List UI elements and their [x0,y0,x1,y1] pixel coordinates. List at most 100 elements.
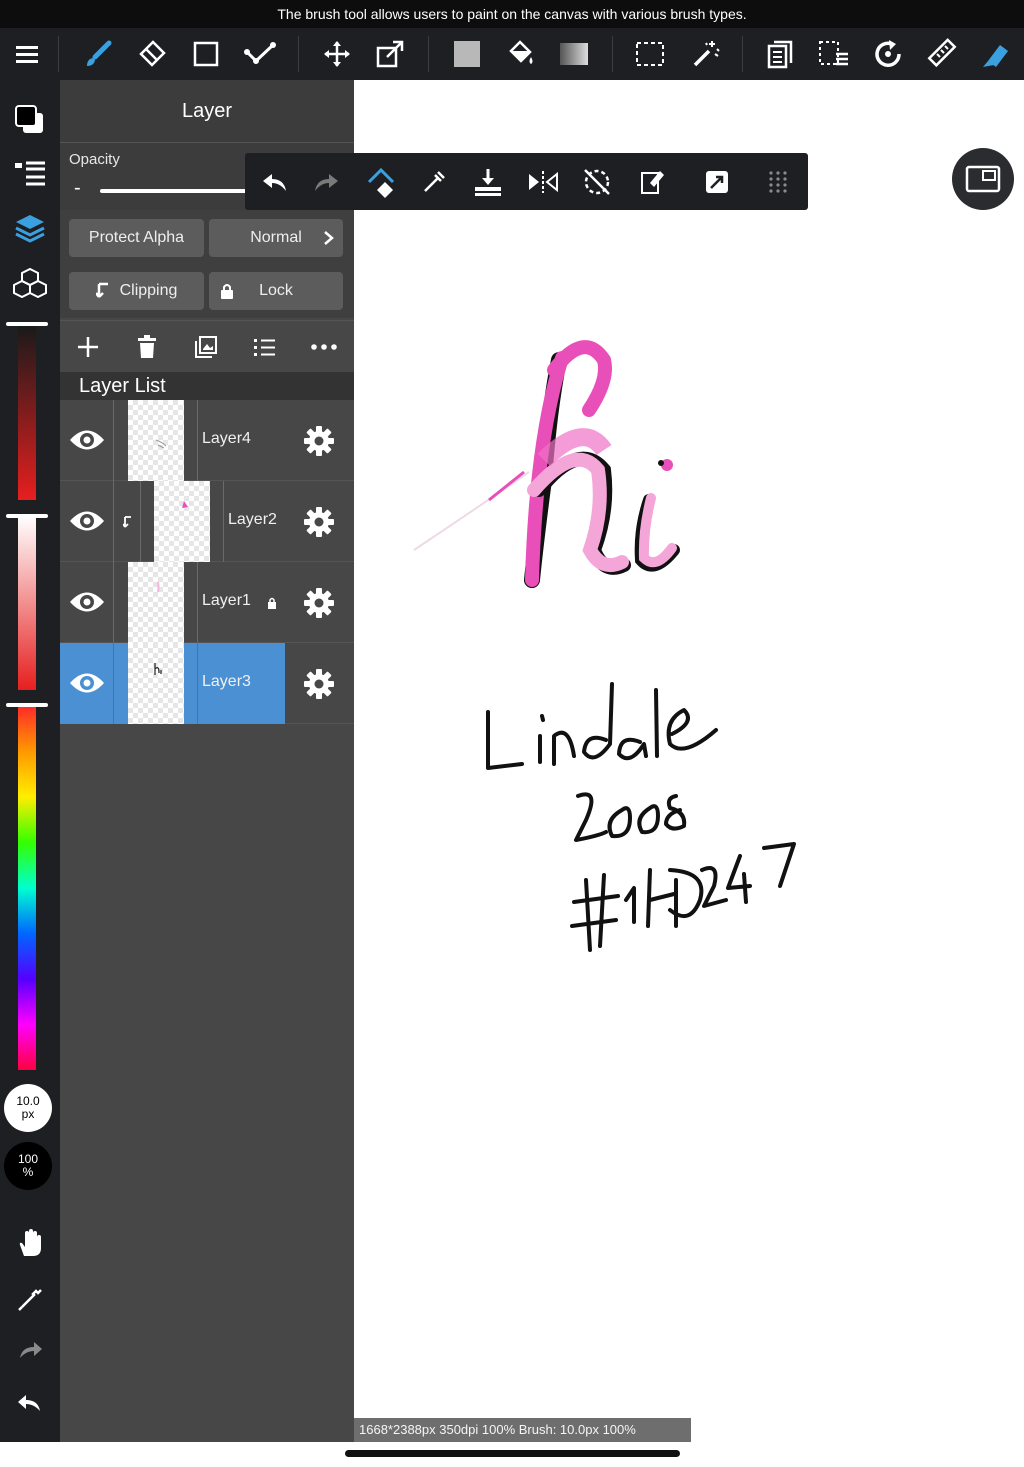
layer-thumbnail [128,400,184,481]
layer-divider [197,562,198,643]
delete-layer-icon[interactable] [129,331,165,363]
brush-opacity-button[interactable]: 100 % [4,1142,52,1190]
fill-color-icon[interactable] [449,36,485,72]
eraser-icon[interactable] [134,36,170,72]
toolbar-divider [428,36,429,72]
layer-list-icon[interactable] [10,154,50,194]
select-rect-icon[interactable] [632,36,668,72]
toolbar-divider [612,36,613,72]
clipping-icon [95,282,108,298]
drag-handle-icon[interactable] [759,163,797,201]
flip-horizontal-icon[interactable] [524,163,562,201]
tooltip-bar: The brush tool allows users to paint on … [0,0,1024,28]
magic-wand-icon[interactable] [688,36,724,72]
blend-mode-label: Normal [250,229,302,246]
layer-row[interactable]: Layer2 [60,481,354,562]
lock-label: Lock [259,282,293,299]
layer-row[interactable]: Layer1 [60,562,354,643]
gear-icon[interactable] [300,584,338,622]
undo-icon[interactable] [255,163,293,201]
saturation-strip[interactable] [18,516,36,690]
view-toggle-button[interactable] [952,148,1014,210]
layer-actions [60,320,354,372]
drawing-canvas[interactable] [354,80,1024,1442]
quick-action-toolbar [245,153,808,210]
bucket-icon[interactable] [502,36,538,72]
hand-icon[interactable] [10,1223,50,1263]
select-layer-icon[interactable] [816,36,852,72]
lock-button[interactable]: Lock [209,272,343,310]
eye-icon[interactable] [67,665,107,701]
brush-size-unit: px [21,1107,35,1121]
eyedropper-icon[interactable] [415,163,453,201]
layer-menu-icon[interactable] [247,331,283,363]
brush-size-button[interactable]: 10.0 px [4,1084,52,1132]
pen-icon[interactable] [978,36,1014,72]
menu-icon[interactable] [9,36,45,72]
layer-name: Layer3 [202,673,251,690]
gear-icon[interactable] [300,422,338,460]
layer-thumbnail [128,643,184,724]
transform-icon[interactable] [372,36,408,72]
eye-icon[interactable] [67,584,107,620]
gear-icon[interactable] [300,503,338,541]
move-icon[interactable] [319,36,355,72]
duplicate-layer-icon[interactable] [188,331,224,363]
rotate-icon[interactable] [870,36,906,72]
gradient-icon[interactable] [556,36,592,72]
layer-name: Layer2 [228,511,277,528]
color-swatch-icon[interactable] [10,100,50,140]
gear-icon[interactable] [300,665,338,703]
blend-mode-button[interactable]: Normal [209,219,343,257]
main-toolbar [0,28,1024,80]
clipping-button[interactable]: Clipping [69,272,204,310]
brush-opacity-unit: % [22,1165,34,1179]
ruler-icon[interactable] [924,36,960,72]
layer-row[interactable]: Layer4 [60,400,354,481]
toolbar-divider [742,36,743,72]
merge-down-icon[interactable] [469,163,507,201]
status-bar: 1668*2388px 350dpi 100% Brush: 10.0px 10… [354,1418,691,1442]
hue-strip[interactable] [18,706,36,1070]
home-indicator[interactable] [345,1450,680,1457]
hue-handle[interactable] [6,703,48,707]
brightness-handle[interactable] [6,322,48,326]
layer-name: Layer1 [202,592,251,609]
layer-divider [223,481,224,562]
layer-list-header: Layer List [60,372,354,400]
panel-title: Layer [60,80,354,142]
saturation-handle[interactable] [6,514,48,518]
clear-layer-icon[interactable] [632,163,670,201]
redo-icon[interactable] [10,1330,50,1370]
opacity-minus-button[interactable]: - [74,177,81,200]
dot-line-icon[interactable] [242,36,278,72]
layer-thumbnail [128,562,184,643]
opacity-slider[interactable] [100,189,250,193]
edit-mode-icon[interactable] [698,163,736,201]
clipping-indicator-icon [123,516,131,528]
add-layer-icon[interactable] [70,331,106,363]
layers-icon[interactable] [10,208,50,248]
protect-alpha-button[interactable]: Protect Alpha [69,219,204,257]
eye-icon[interactable] [67,503,107,539]
layer-copy-icon[interactable] [762,36,798,72]
layer-divider [113,562,114,643]
materials-icon[interactable] [10,264,50,304]
redo-icon[interactable] [308,163,346,201]
protect-alpha-label: Protect Alpha [88,229,185,246]
transform-selection-icon[interactable] [362,163,400,201]
toolbar-divider [58,36,59,72]
brush-icon[interactable] [80,36,116,72]
more-icon[interactable] [306,331,342,363]
brightness-strip[interactable] [18,326,36,500]
rectangle-icon[interactable] [188,36,224,72]
lock-icon [268,597,276,609]
lock-icon [221,284,233,299]
eyedropper-icon[interactable] [10,1278,50,1318]
layer-panel: Layer Opacity - Protect Alpha Normal Cli… [60,80,354,1442]
layer-row-selected[interactable]: Layer3 [60,643,354,724]
undo-icon[interactable] [10,1383,50,1423]
layer-divider [140,481,141,562]
deselect-icon[interactable] [578,163,616,201]
eye-icon[interactable] [67,422,107,458]
